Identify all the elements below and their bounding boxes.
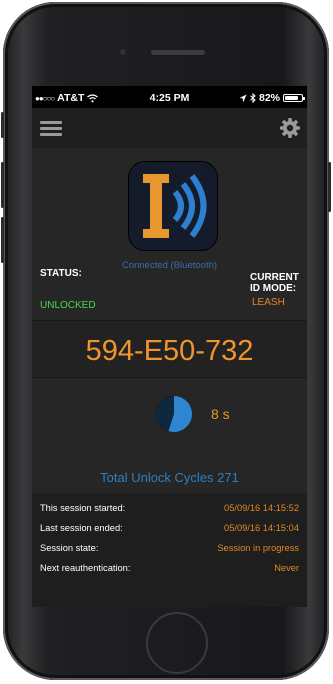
id-mode-label: CURRENT ID MODE: (250, 272, 299, 294)
menu-button[interactable] (40, 121, 62, 137)
volume-up-button (1, 162, 4, 208)
session-row-value: 05/09/16 14:15:04 (224, 523, 299, 533)
session-row-label: Session state: (40, 543, 99, 553)
front-camera (118, 47, 128, 57)
session-row-value: Never (274, 563, 299, 573)
unlock-code: 594-E50-732 (85, 335, 254, 367)
nav-bar (32, 108, 307, 148)
volume-down-button (1, 217, 4, 263)
session-row-ended: Last session ended: 05/09/16 14:15:04 (40, 523, 299, 537)
gear-icon (280, 118, 300, 138)
power-button (328, 162, 331, 212)
battery-fill (285, 96, 299, 100)
session-row-label: Last session ended: (40, 523, 123, 533)
mute-switch (1, 112, 4, 138)
divider-bottom (32, 377, 307, 378)
session-info-panel: This session started: 05/09/16 14:15:52 … (32, 493, 307, 607)
session-row-label: Next reauthentication: (40, 563, 131, 573)
session-row-value: 05/09/16 14:15:52 (224, 503, 299, 513)
session-row-state: Session state: Session in progress (40, 543, 299, 557)
status-label: STATUS: (40, 268, 82, 279)
location-arrow-icon (239, 94, 247, 102)
status-bar: ●●○○○ AT&T 4:25 PM 82% (32, 86, 307, 108)
timer-pie-icon (155, 395, 193, 433)
id-logo-icon (143, 174, 207, 238)
session-row-reauth: Next reauthentication: Never (40, 563, 299, 577)
status-value: UNLOCKED (40, 300, 96, 311)
timer-text: 8 s (211, 406, 230, 422)
session-row-label: This session started: (40, 503, 126, 513)
earpiece-speaker (151, 50, 205, 55)
hamburger-icon (40, 121, 62, 124)
app-logo (129, 162, 217, 250)
session-row-started: This session started: 05/09/16 14:15:52 (40, 503, 299, 517)
battery-icon (283, 94, 305, 102)
session-row-value: Session in progress (217, 543, 299, 553)
id-mode-value: LEASH (252, 297, 285, 308)
home-button[interactable] (146, 612, 208, 674)
app-screen: ●●○○○ AT&T 4:25 PM 82% Connected (Blueto… (32, 86, 307, 607)
id-mode-label-line2: ID MODE: (250, 283, 297, 294)
status-bar-right: 82% (239, 92, 305, 104)
total-unlock-cycles: Total Unlock Cycles 271 (100, 470, 239, 485)
bluetooth-icon (250, 93, 256, 103)
settings-button[interactable] (279, 117, 301, 139)
battery-percent: 82% (258, 92, 280, 104)
id-mode-label-line1: CURRENT (250, 272, 299, 283)
